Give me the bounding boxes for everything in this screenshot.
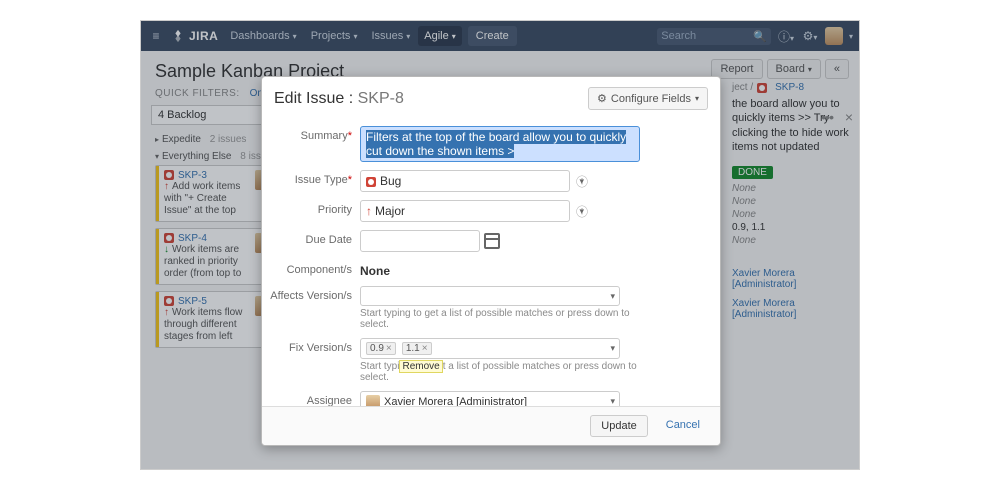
affects-version-label: Affects Version/s: [268, 286, 360, 302]
summary-input[interactable]: Filters at the top of the board allow yo…: [360, 126, 640, 162]
assignee-label: Assignee: [268, 391, 360, 406]
modal-title: Edit Issue : SKP-8: [274, 90, 404, 108]
help-icon[interactable]: ⓘ: [576, 203, 588, 220]
modal-body: Summary* Filters at the top of the board…: [262, 120, 720, 406]
edit-issue-modal: Edit Issue : SKP-8 ⚙ Configure Fields ▾ …: [261, 76, 721, 446]
due-date-label: Due Date: [268, 230, 360, 246]
chevron-down-icon: ▾: [610, 291, 615, 302]
priority-select[interactable]: ↑Major▾: [360, 200, 570, 222]
app-frame: ≡ JIRA Dashboards▾ Projects▾ Issues▾ Agi…: [140, 20, 860, 470]
help-icon[interactable]: ⓘ: [576, 173, 588, 190]
modal-header: Edit Issue : SKP-8 ⚙ Configure Fields ▾: [262, 77, 720, 120]
components-value: None: [360, 260, 660, 278]
remove-tag-icon[interactable]: ×: [386, 343, 392, 354]
avatar: [366, 395, 380, 406]
due-date-input[interactable]: [360, 230, 480, 252]
remove-tooltip[interactable]: Remove: [399, 360, 442, 373]
fix-version-select[interactable]: 0.9× 1.1× ▾: [360, 338, 620, 359]
fixv-tag-0[interactable]: 0.9×: [366, 342, 396, 355]
issue-type-label: Issue Type*: [268, 170, 360, 186]
assignee-select[interactable]: Xavier Morera [Administrator] ▾: [360, 391, 620, 406]
fixv-tag-1[interactable]: 1.1×: [402, 342, 432, 355]
affects-hint: Start typing to get a list of possible m…: [360, 308, 660, 330]
gear-icon: ⚙: [597, 92, 607, 105]
remove-tag-icon[interactable]: ×: [422, 343, 428, 354]
issue-type-select[interactable]: Bug▾: [360, 170, 570, 192]
components-label: Component/s: [268, 260, 360, 276]
calendar-icon[interactable]: [484, 233, 500, 249]
configure-fields-button[interactable]: ⚙ Configure Fields ▾: [588, 87, 708, 110]
fixv-hint: Start typiRemovet a list of possible mat…: [360, 361, 660, 383]
priority-label: Priority: [268, 200, 360, 216]
summary-label: Summary*: [268, 126, 360, 142]
chevron-down-icon: ▾: [610, 396, 615, 406]
update-button[interactable]: Update: [590, 415, 647, 437]
affects-version-select[interactable]: ▾: [360, 286, 620, 306]
modal-footer: Update Cancel: [262, 406, 720, 445]
fix-version-label: Fix Version/s: [268, 338, 360, 354]
bug-icon: [366, 177, 376, 187]
cancel-button[interactable]: Cancel: [656, 415, 710, 437]
chevron-down-icon: ▾: [695, 94, 699, 103]
chevron-down-icon: ▾: [610, 343, 615, 354]
priority-major-icon: ↑: [366, 204, 372, 218]
